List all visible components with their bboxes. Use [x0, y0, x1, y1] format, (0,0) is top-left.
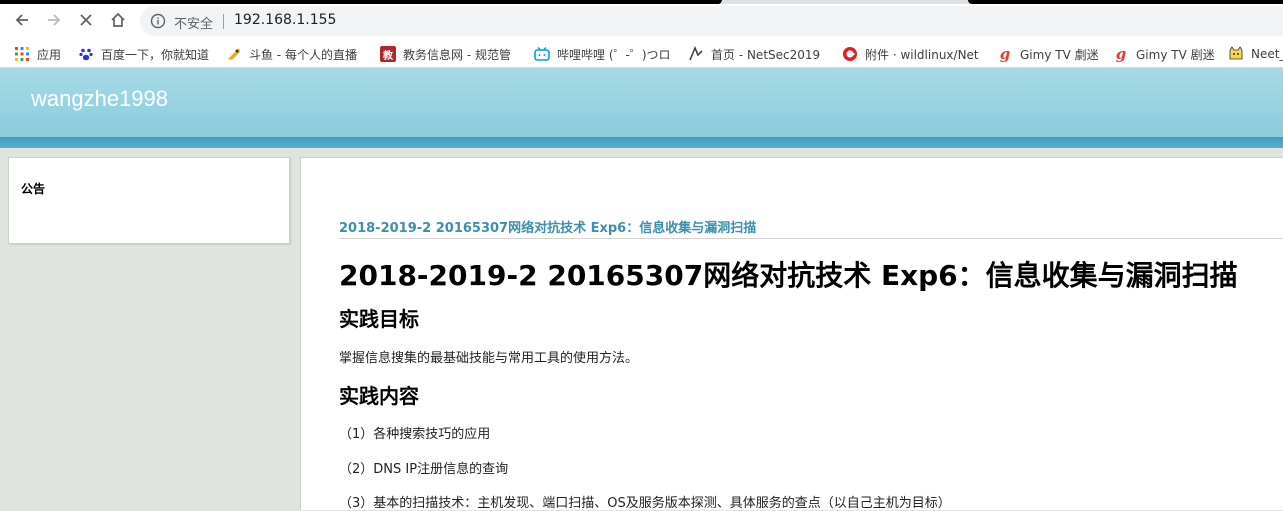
bookmark-label: 哔哩哔哩 (゜-゜)つロ	[557, 47, 671, 62]
bookmark-label: 首页 - NetSec2019	[711, 47, 821, 62]
forward-button[interactable]	[40, 6, 68, 34]
neet-cat-icon	[1228, 46, 1244, 62]
post-heading: 2018-2019-2 20165307网络对抗技术 Exp6：信息收集与漏洞扫…	[339, 259, 1238, 292]
stop-loading-button[interactable]	[72, 6, 100, 34]
home-icon	[111, 12, 125, 27]
bookmark-netsec[interactable]: 首页 - NetSec2019	[688, 45, 820, 63]
douyu-icon	[226, 46, 242, 62]
red-g-icon	[842, 46, 858, 62]
content-item-1: （1）各种搜索技巧的应用	[339, 427, 491, 442]
home-button[interactable]	[104, 6, 132, 34]
url-text[interactable]: 192.168.1.155	[234, 12, 336, 28]
goal-paragraph: 掌握信息搜集的最基础技能与常用工具的使用方法。	[339, 351, 639, 366]
bookmark-label: 教务信息网 - 规范管	[403, 47, 511, 62]
arrow-left-icon	[15, 14, 28, 26]
arrow-right-icon	[48, 14, 61, 26]
bookmark-label: Gimy TV 剧迷	[1136, 47, 1215, 62]
bookmark-jiaowu[interactable]: 教 教务信息网 - 规范管	[380, 45, 511, 63]
content-item-3: （3）基本的扫描技术：主机发现、端口扫描、OS及服务版本探测、具体服务的查点（以…	[339, 496, 951, 511]
bookmark-neet[interactable]: Neet_	[1228, 45, 1283, 63]
bookmark-gimy-1[interactable]: g Gimy TV 劇迷	[997, 45, 1099, 63]
notice-title: 公告	[21, 182, 46, 196]
bookmark-label: 斗鱼 - 每个人的直播	[249, 47, 357, 62]
omnibox-separator	[223, 14, 224, 29]
header-nav-band	[0, 137, 1283, 148]
info-icon[interactable]	[150, 13, 166, 33]
close-icon	[80, 14, 92, 26]
section-heading-goal: 实践目标	[339, 307, 419, 331]
section-heading-content: 实践内容	[339, 384, 419, 408]
post-title-link[interactable]: 2018-2019-2 20165307网络对抗技术 Exp6：信息收集与漏洞扫…	[339, 217, 756, 236]
gimy-icon: g	[999, 45, 1011, 63]
address-bar[interactable]: 不安全 192.168.1.155	[140, 6, 1283, 36]
bookmark-label: Gimy TV 劇迷	[1020, 47, 1099, 62]
post-content: 2018-2019-2 20165307网络对抗技术 Exp6：信息收集与漏洞扫…	[300, 157, 1283, 511]
apps-grid-icon	[14, 46, 30, 62]
content-item-2: （2）DNS IP注册信息的查询	[339, 462, 509, 477]
blog-header: wangzhe1998	[0, 68, 1283, 137]
bookmark-label: 附件 · wildlinux/Net	[865, 47, 979, 62]
bookmark-label: 应用	[37, 47, 62, 62]
title-divider	[339, 238, 1283, 239]
netsec-icon	[688, 46, 704, 62]
blog-title-link[interactable]: wangzhe1998	[31, 86, 168, 112]
bookmark-label: Neet_	[1251, 47, 1283, 61]
bookmark-gimy-2[interactable]: g Gimy TV 剧迷	[1113, 45, 1215, 63]
sidebar-notice-panel: 公告	[8, 157, 290, 244]
bookmark-attachments[interactable]: 附件 · wildlinux/Net	[842, 45, 979, 63]
jiao-icon: 教	[380, 46, 396, 62]
back-button[interactable]	[8, 6, 36, 34]
bookmark-label: 百度一下，你就知道	[101, 47, 210, 62]
baidu-paw-icon	[78, 46, 94, 62]
bookmark-bilibili[interactable]: 哔哩哔哩 (゜-゜)つロ	[534, 45, 671, 63]
gimy-icon: g	[1115, 45, 1127, 63]
bookmark-baidu[interactable]: 百度一下，你就知道	[78, 45, 209, 63]
bilibili-tv-icon	[534, 46, 550, 62]
insecure-label[interactable]: 不安全	[174, 13, 213, 32]
browser-toolbar: 不安全 192.168.1.155	[0, 4, 1283, 38]
bookmark-apps[interactable]: 应用	[14, 45, 61, 63]
bookmark-douyu[interactable]: 斗鱼 - 每个人的直播	[226, 45, 357, 63]
bookmarks-bar: 应用 百度一下，你就知道 斗鱼 - 每个人的直播 教 教务信息网 - 规范管 哔…	[0, 38, 1283, 68]
